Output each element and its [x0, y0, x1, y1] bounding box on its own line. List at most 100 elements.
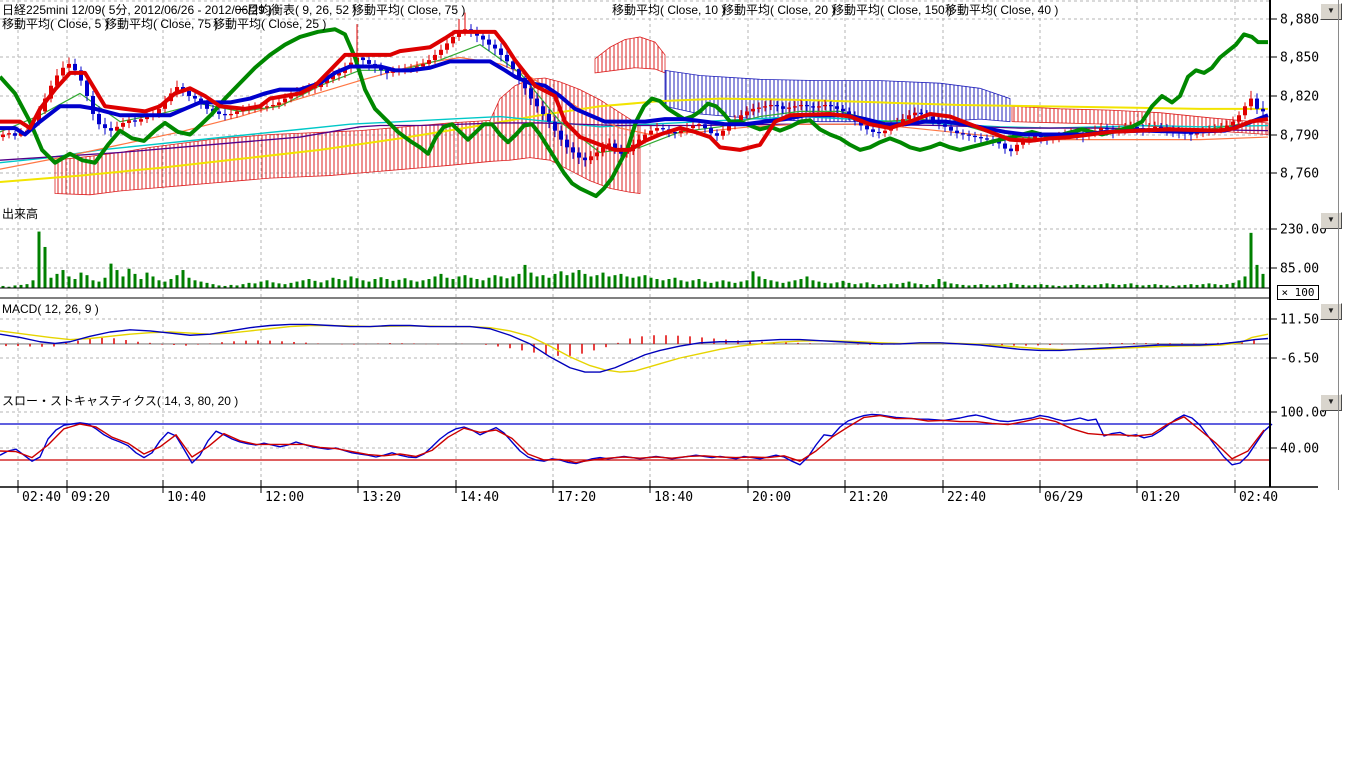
axis-value-label: 8,790 [1280, 129, 1319, 144]
time-label: 20:00 [752, 490, 791, 505]
axis-value-label: -6.50 [1280, 352, 1319, 367]
candle-body [655, 128, 659, 131]
candle-body [835, 106, 839, 109]
volume-bar [1106, 283, 1109, 288]
candle-body [553, 122, 557, 131]
candle-body [433, 55, 437, 60]
candle-body [811, 106, 815, 107]
volume-bar [908, 282, 911, 288]
candle-body [1237, 115, 1241, 121]
volume-bar [194, 280, 197, 288]
volume-bar [1232, 283, 1235, 288]
volume-bar [188, 278, 191, 288]
candle-body [271, 105, 275, 106]
volume-bar [128, 269, 131, 288]
candle-body [979, 137, 983, 138]
candle-body [763, 106, 767, 107]
candle-body [187, 91, 191, 96]
volume-bar [692, 280, 695, 288]
candle-body [97, 114, 101, 124]
time-label: 02:40 [1239, 490, 1278, 505]
time-label: 12:00 [265, 490, 304, 505]
legend-item: 移動平均( Close, 75 ) [105, 15, 218, 32]
volume-bar [800, 279, 803, 288]
candle-body [775, 105, 779, 106]
volume-bar [476, 279, 479, 288]
volume-bar [518, 274, 521, 288]
candle-body [727, 126, 731, 131]
stoch-percent-d [0, 416, 1264, 463]
time-label: 01:20 [1141, 490, 1180, 505]
stoch-pane-label: スロー・ストキャスティクス( 14, 3, 80, 20 ) [2, 392, 238, 409]
candle-body [367, 60, 371, 64]
volume-bar [632, 278, 635, 288]
volume-bar [1004, 284, 1007, 288]
candle-body [949, 127, 953, 131]
volume-bar [356, 278, 359, 288]
volume-bar [590, 276, 593, 288]
volume-bar [62, 270, 65, 288]
volume-bar [344, 280, 347, 288]
candle-body [7, 133, 11, 134]
candle-body [757, 108, 761, 109]
volume-bar [578, 270, 581, 288]
volume-bar [656, 279, 659, 288]
volume-bar [662, 280, 665, 288]
volume-bar [896, 284, 899, 288]
volume-bar [530, 273, 533, 288]
volume-bar [602, 273, 605, 288]
volume-bar [860, 283, 863, 288]
legend-item: 移動平均( Close, 75 ) [352, 1, 465, 18]
volume-bar [296, 282, 299, 288]
volume-bar [956, 284, 959, 288]
candle-body [535, 99, 539, 107]
candle-body [217, 111, 221, 114]
volume-bar [1256, 265, 1259, 288]
candle-body [127, 120, 131, 123]
volume-bar [620, 274, 623, 288]
candle-body [61, 68, 65, 76]
candle-body [715, 133, 719, 136]
candle-body [499, 49, 503, 55]
volume-bar [338, 279, 341, 288]
candle-body [967, 135, 971, 136]
volume-bar [914, 283, 917, 288]
volume-bar [650, 278, 653, 288]
volume-bar [110, 264, 113, 288]
candle-body [481, 36, 485, 40]
candle-body [595, 152, 599, 156]
macd-line [0, 324, 1268, 372]
volume-bar [38, 232, 41, 288]
time-label: 14:40 [460, 490, 499, 505]
candle-body [583, 158, 587, 161]
time-label: 09:20 [71, 490, 110, 505]
volume-bar [116, 270, 119, 288]
volume-bar [278, 283, 281, 288]
volume-bar [284, 284, 287, 288]
volume-bar [374, 279, 377, 288]
volume-bar [872, 284, 875, 288]
candle-body [799, 105, 803, 106]
volume-bar [164, 282, 167, 288]
time-label: 02:40 [22, 490, 61, 505]
candle-body [1261, 109, 1265, 112]
volume-bar [242, 284, 245, 288]
volume-bar [50, 278, 53, 288]
candle-body [703, 124, 707, 128]
volume-bar [92, 280, 95, 288]
volume-bar [326, 280, 329, 288]
volume-bar [32, 280, 35, 288]
cloud-c-high [595, 37, 665, 73]
volume-bar [584, 274, 587, 288]
candle-body [709, 128, 713, 133]
volume-bar [86, 275, 89, 288]
volume-bar [386, 279, 389, 288]
candle-body [697, 124, 701, 125]
volume-bar [404, 278, 407, 288]
volume-bar [452, 279, 455, 288]
volume-bar [170, 279, 173, 288]
legend-item: 移動平均( Close, 5 ) [2, 15, 109, 32]
candle-body [205, 104, 209, 109]
volume-bar [176, 275, 179, 288]
volume-bar [644, 275, 647, 288]
